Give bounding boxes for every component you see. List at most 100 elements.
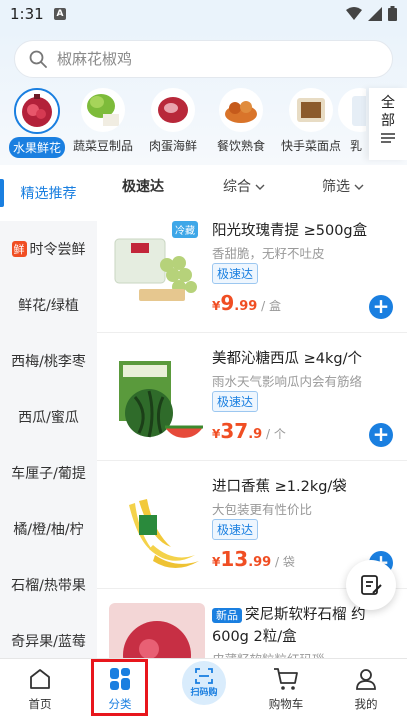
product-subtitle: 雨水天气影响瓜内会有筋络 bbox=[212, 374, 363, 389]
product-title-line2: 600g 2粒/盒 bbox=[212, 629, 297, 645]
sidebar-item-cherries[interactable]: 车厘子/葡提 bbox=[0, 445, 97, 501]
sidebar-item-label: 奇异果/蓝莓 bbox=[11, 634, 86, 650]
bottom-nav: 首页 分类 扫码购 购物车 我的 bbox=[0, 658, 407, 725]
user-icon bbox=[356, 669, 376, 690]
sidebar-item-flowers[interactable]: 鲜花/绿植 bbox=[0, 277, 97, 333]
nav-label: 扫码购 bbox=[190, 688, 218, 698]
category-label: 蔬菜豆制品 bbox=[72, 139, 133, 153]
scan-button[interactable]: 扫码购 bbox=[182, 661, 226, 705]
new-tag: 新品 bbox=[212, 608, 242, 623]
meat-image bbox=[151, 88, 195, 132]
fresh-tag: 鲜 bbox=[11, 241, 27, 257]
nav-scan[interactable]: 扫码购 bbox=[174, 661, 234, 705]
category-dairy[interactable]: 乳 bbox=[338, 88, 366, 154]
sidebar-item-label: 精选推荐 bbox=[20, 186, 77, 202]
all-label-1: 全 bbox=[381, 95, 395, 111]
filter-label: 筛选 bbox=[322, 179, 350, 195]
sidebar-item-label: 鲜花/绿植 bbox=[18, 298, 79, 314]
add-to-cart-button[interactable]: + bbox=[369, 423, 393, 447]
cold-storage-tag: 冷藏 bbox=[172, 221, 198, 238]
nav-label: 我的 bbox=[354, 697, 378, 711]
product-subtitle: 香甜脆，无籽不吐皮 bbox=[212, 246, 325, 261]
category-fruit-flowers[interactable]: 水果鲜花 bbox=[2, 88, 72, 158]
all-categories-button[interactable]: 全 部 bbox=[369, 88, 407, 160]
floating-list-button[interactable] bbox=[346, 560, 396, 610]
notification-icon: A bbox=[54, 8, 66, 20]
filter-bar: 极速达 综合 筛选 bbox=[97, 165, 407, 205]
product-title: 阳光玫瑰青提 ≥500g盒 bbox=[212, 223, 368, 239]
add-to-cart-button[interactable]: + bbox=[369, 295, 393, 319]
sort-dropdown[interactable]: 综合 bbox=[223, 176, 265, 196]
product-price: ¥13.99 / 袋 bbox=[212, 547, 295, 571]
cooked-food-image bbox=[219, 88, 263, 132]
pomegranate-image bbox=[14, 88, 60, 134]
nav-home[interactable]: 首页 bbox=[10, 665, 70, 712]
product-subtitle: 皮薄籽软粒粒红玛瑙 bbox=[212, 649, 325, 658]
sort-label: 综合 bbox=[223, 179, 251, 195]
sidebar-item-kiwi[interactable]: 奇异果/蓝莓 bbox=[0, 613, 97, 658]
nav-label: 购物车 bbox=[268, 697, 304, 711]
sidebar-item-label: 西瓜/蜜瓜 bbox=[18, 410, 79, 426]
filter-dropdown[interactable]: 筛选 bbox=[322, 176, 364, 196]
banana-image bbox=[109, 475, 205, 575]
product-price: ¥9.99 / 盒 bbox=[212, 291, 281, 315]
all-label-2: 部 bbox=[381, 113, 395, 129]
sidebar-item-tropical[interactable]: 石榴/热带果 bbox=[0, 557, 97, 613]
sidebar-item-label: 时令尝鲜 bbox=[29, 242, 86, 258]
product-subtitle: 大包装更有性价比 bbox=[212, 502, 313, 517]
vegetable-image bbox=[81, 88, 125, 132]
category-meat-eggs-seafood[interactable]: 肉蛋海鲜 bbox=[138, 88, 208, 154]
category-vegetables[interactable]: 蔬菜豆制品 bbox=[68, 88, 138, 154]
chevron-down-icon bbox=[255, 184, 265, 190]
status-bar: 1:31 A bbox=[0, 0, 407, 30]
category-label: 肉蛋海鲜 bbox=[148, 139, 197, 153]
cart-icon bbox=[274, 668, 298, 690]
sidebar-item-featured[interactable]: 精选推荐 bbox=[0, 165, 97, 221]
product-title: 新品 突尼斯软籽石榴 约 bbox=[212, 603, 366, 624]
nav-cart[interactable]: 购物车 bbox=[256, 665, 316, 712]
sidebar-item-label: 西梅/桃李枣 bbox=[11, 354, 86, 370]
product-title: 进口香蕉 ≥1.2kg/袋 bbox=[212, 479, 347, 495]
sidebar-item-plums[interactable]: 西梅/桃李枣 bbox=[0, 333, 97, 389]
category-strip[interactable]: 水果鲜花 蔬菜豆制品 肉蛋海鲜 餐饮熟食 快手菜面点 乳 bbox=[0, 88, 366, 160]
product-title: 美都沁糖西瓜 ≥4kg/个 bbox=[212, 351, 362, 367]
category-quick-dishes[interactable]: 快手菜面点 bbox=[276, 88, 346, 154]
sidebar-item-label: 橘/橙/柚/柠 bbox=[13, 522, 84, 538]
home-icon bbox=[30, 669, 50, 689]
nav-label: 首页 bbox=[28, 697, 52, 711]
category-cooked-food[interactable]: 餐饮熟食 bbox=[206, 88, 276, 154]
pomegranate-product-image bbox=[109, 603, 205, 658]
sidebar[interactable]: 精选推荐 鲜时令尝鲜 鲜花/绿植 西梅/桃李枣 西瓜/蜜瓜 车厘子/葡提 橘/橙… bbox=[0, 165, 97, 658]
menu-icon bbox=[381, 133, 395, 143]
product-card[interactable]: 美都沁糖西瓜 ≥4kg/个 雨水天气影响瓜内会有筋络 极速达 ¥37.9 / 个… bbox=[97, 333, 407, 461]
wifi-icon bbox=[346, 6, 362, 20]
category-label: 乳 bbox=[350, 139, 363, 153]
sidebar-item-melons[interactable]: 西瓜/蜜瓜 bbox=[0, 389, 97, 445]
sidebar-item-label: 石榴/热带果 bbox=[11, 578, 86, 594]
speed-badge: 极速达 bbox=[212, 391, 259, 412]
chevron-down-icon bbox=[354, 184, 364, 190]
sidebar-item-citrus[interactable]: 橘/橙/柚/柠 bbox=[0, 501, 97, 557]
quick-dish-image bbox=[289, 88, 333, 132]
nav-mine[interactable]: 我的 bbox=[336, 665, 396, 712]
product-price: ¥37.9 / 个 bbox=[212, 419, 286, 443]
sidebar-item-label: 车厘子/葡提 bbox=[11, 466, 86, 482]
status-icons bbox=[346, 6, 397, 21]
highlight-box bbox=[91, 659, 148, 716]
speed-badge: 极速达 bbox=[212, 519, 259, 540]
signal-icon bbox=[368, 6, 382, 21]
watermelon-image bbox=[109, 347, 205, 447]
category-label: 快手菜面点 bbox=[280, 139, 341, 153]
speed-badge: 极速达 bbox=[212, 263, 259, 284]
search-icon bbox=[29, 50, 47, 68]
search-input[interactable] bbox=[57, 50, 357, 68]
sidebar-item-seasonal[interactable]: 鲜时令尝鲜 bbox=[0, 221, 97, 277]
category-label: 水果鲜花 bbox=[8, 137, 65, 158]
speed-filter[interactable]: 极速达 bbox=[122, 176, 164, 196]
status-time: 1:31 bbox=[10, 5, 44, 23]
dairy-image bbox=[338, 88, 366, 132]
edit-list-icon bbox=[361, 575, 382, 595]
category-label: 餐饮熟食 bbox=[216, 139, 265, 153]
search-box[interactable] bbox=[14, 40, 393, 78]
product-card[interactable]: 冷藏 阳光玫瑰青提 ≥500g盒 香甜脆，无籽不吐皮 极速达 ¥9.99 / 盒… bbox=[97, 205, 407, 333]
